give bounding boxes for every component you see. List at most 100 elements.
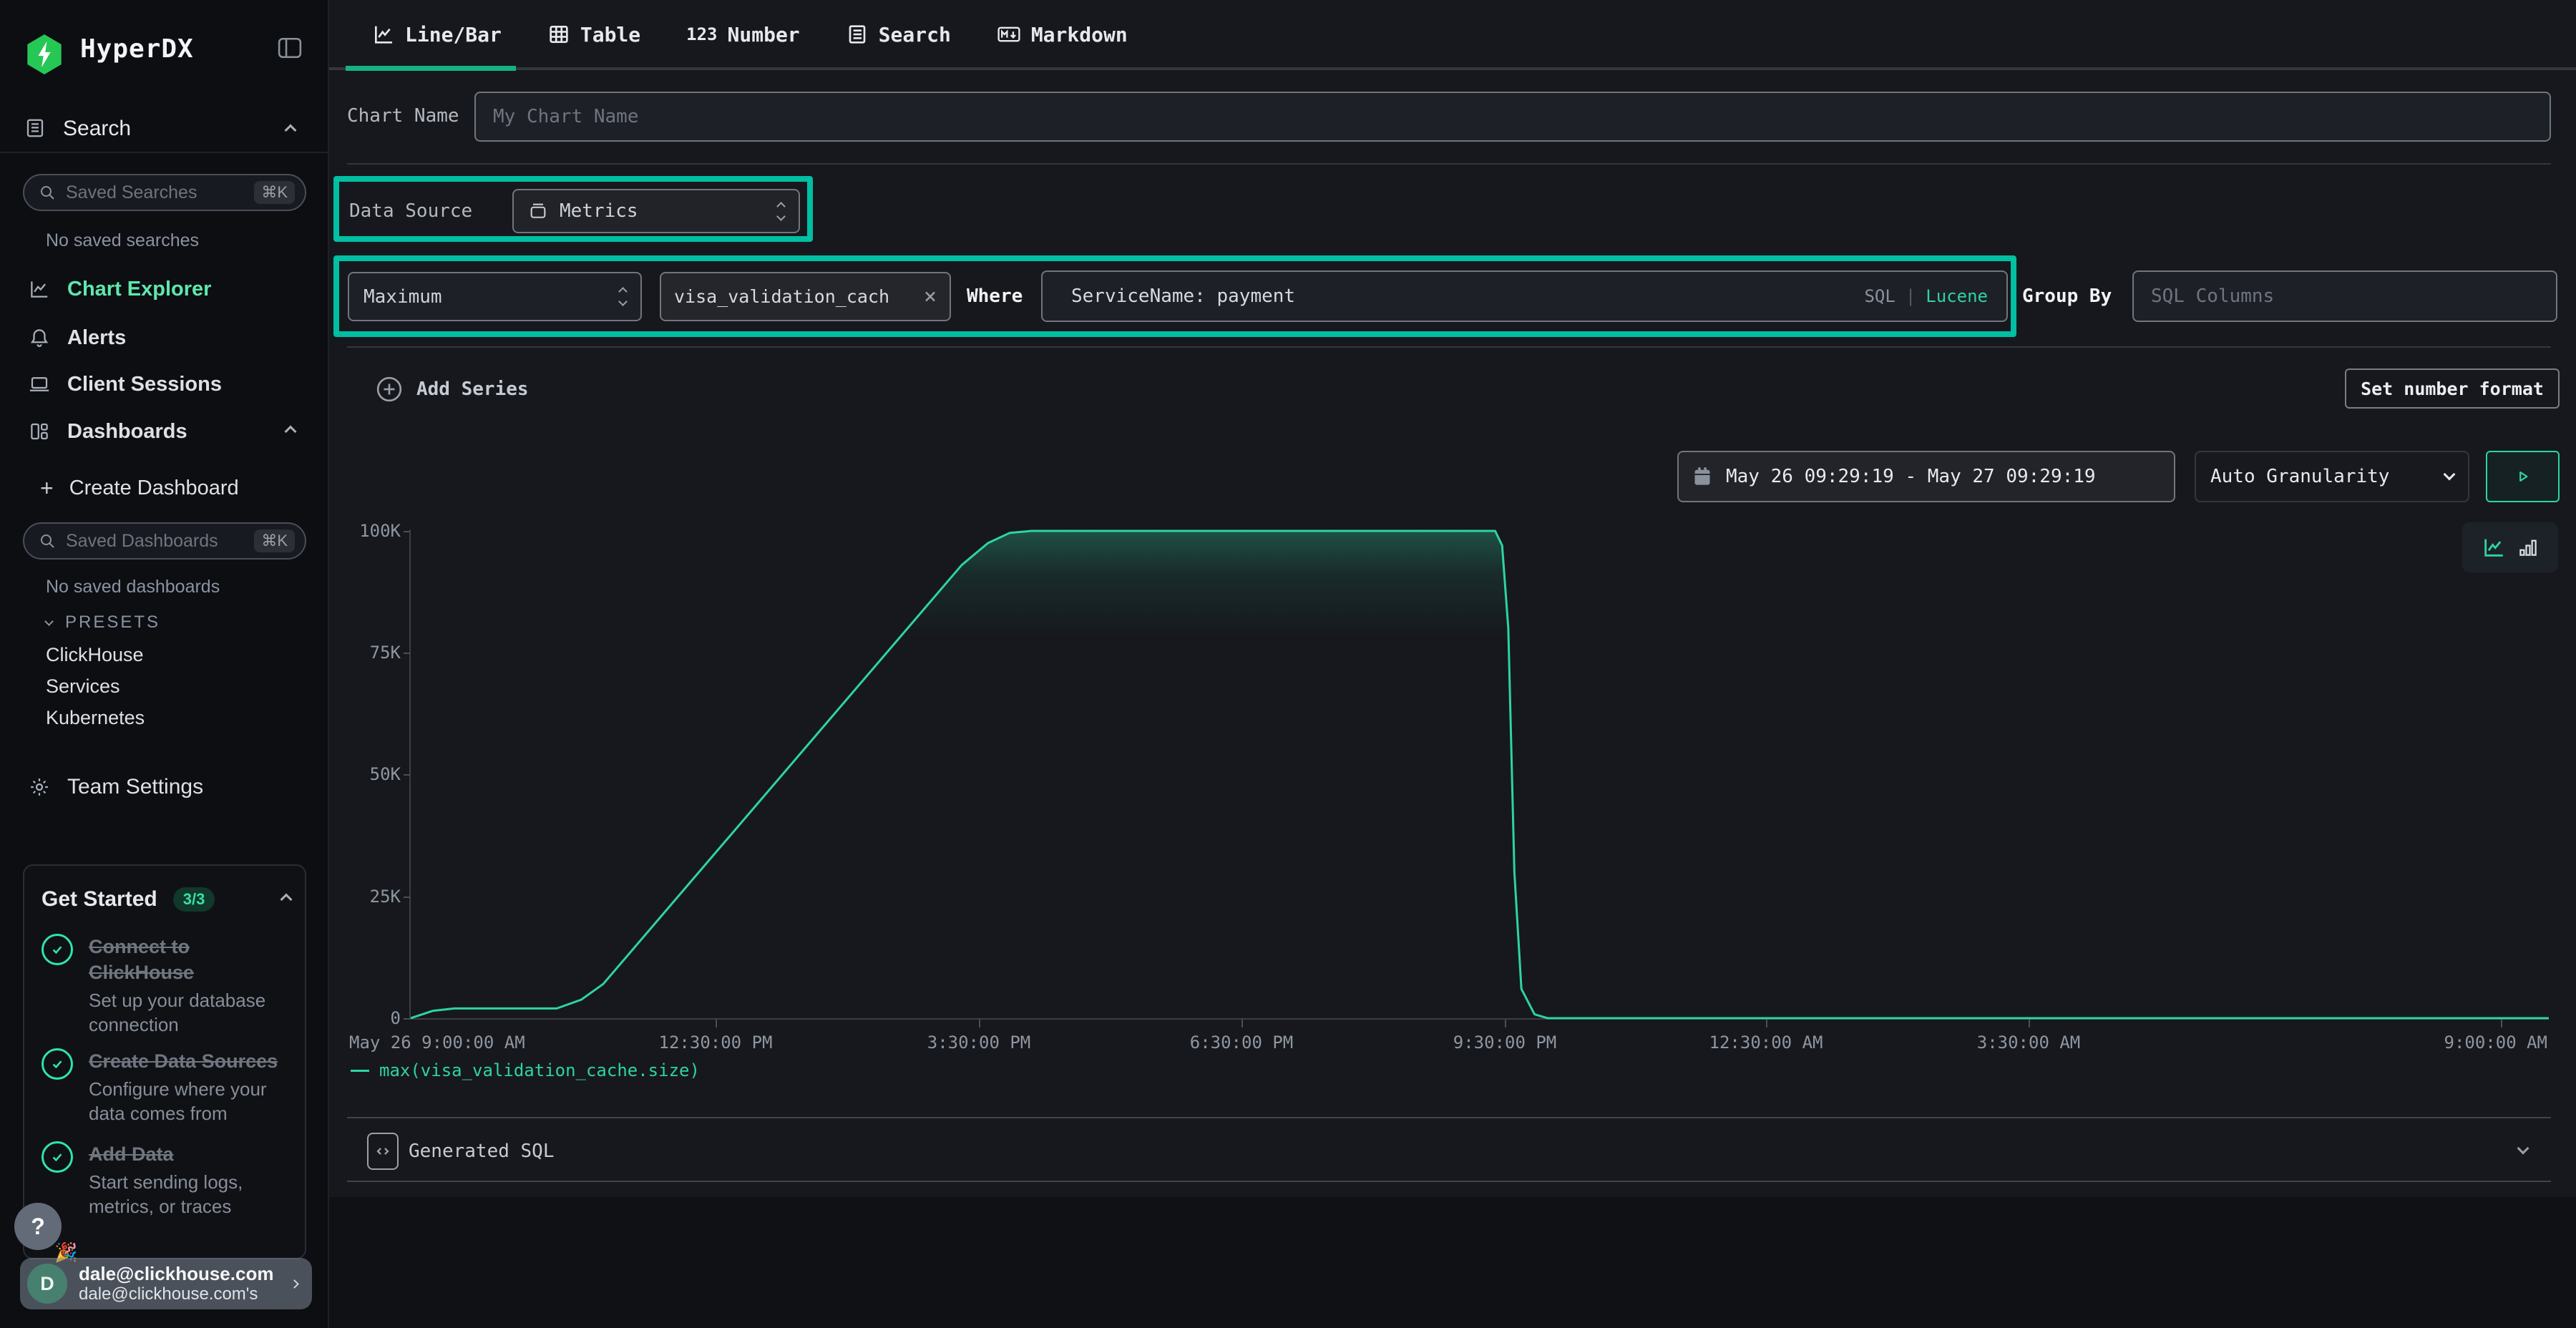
get-started-item[interactable]: Connect to ClickHouse Set up your databa…: [42, 934, 292, 1037]
x-tick-label: 6:30:00 PM: [1190, 1032, 1294, 1053]
y-tick-label: 0: [329, 1008, 401, 1028]
chart-plot-area[interactable]: [409, 529, 2547, 1020]
get-started-header[interactable]: Get Started 3/3: [42, 887, 291, 912]
y-tick-label: 75K: [329, 643, 401, 663]
tab-table[interactable]: Table: [547, 23, 640, 47]
calendar-icon: [1693, 467, 1712, 487]
section-divider: [347, 346, 2551, 348]
sql-mode-button[interactable]: SQL: [1864, 286, 1895, 306]
chevron-down-icon: [44, 617, 54, 626]
where-input[interactable]: [1043, 285, 1864, 307]
user-email: dale@clickhouse.com: [79, 1263, 291, 1284]
number-123-icon: 123: [686, 24, 717, 44]
date-range-picker[interactable]: May 26 09:29:19 - May 27 09:29:19: [1677, 451, 2175, 502]
sidebar-item-team-settings[interactable]: Team Settings: [0, 766, 329, 809]
tab-label: Markdown: [1031, 23, 1128, 47]
saved-dashboards-placeholder: Saved Dashboards: [66, 531, 254, 552]
team-settings-label: Team Settings: [67, 775, 203, 799]
create-dashboard-label: Create Dashboard: [69, 477, 239, 500]
sidebar-item-label: Dashboards: [67, 420, 187, 444]
set-number-format-button[interactable]: Set number format: [2345, 368, 2560, 409]
y-axis-tick: [404, 653, 410, 654]
shortcut-badge: ⌘K: [254, 529, 295, 552]
tab-label: Search: [879, 23, 951, 47]
user-menu[interactable]: D dale@clickhouse.com dale@clickhouse.co…: [20, 1258, 312, 1309]
markdown-icon: [997, 23, 1021, 46]
add-series-button[interactable]: Add Series: [375, 375, 529, 404]
get-started-item-title: Create Data Sources: [89, 1050, 278, 1072]
lucene-mode-button[interactable]: Lucene: [1926, 286, 1988, 306]
saved-dashboards-input[interactable]: Saved Dashboards ⌘K: [23, 522, 306, 560]
tab-label: Number: [728, 23, 800, 47]
check-circle-icon: [42, 1048, 73, 1080]
preset-clickhouse[interactable]: ClickHouse: [46, 644, 144, 666]
generated-sql-label: Generated SQL: [409, 1141, 555, 1162]
generated-sql-toggle[interactable]: Generated SQL: [329, 1123, 2576, 1179]
tab-label: Table: [580, 23, 640, 47]
sidebar-item-label: Alerts: [67, 326, 126, 350]
sidebar-item-dashboards[interactable]: Dashboards: [0, 410, 329, 453]
get-started-item-desc: Configure where your data comes from: [89, 1077, 292, 1126]
metric-tag-label: visa_validation_cach: [674, 286, 889, 307]
x-axis-tick: [1766, 1020, 1767, 1027]
metrics-source-icon: [528, 201, 548, 221]
help-button[interactable]: ?: [14, 1203, 62, 1250]
sidebar-item-alerts[interactable]: Alerts: [0, 316, 329, 359]
get-started-badge: 3/3: [173, 887, 215, 912]
saved-searches-input[interactable]: Saved Searches ⌘K: [23, 174, 306, 211]
y-axis-tick: [404, 1018, 410, 1020]
y-axis-tick: [404, 897, 410, 898]
y-axis-tick: [404, 531, 410, 532]
data-source-value: Metrics: [560, 200, 638, 222]
preset-kubernetes[interactable]: Kubernetes: [46, 707, 145, 729]
where-input-wrap: SQL | Lucene: [1041, 270, 2008, 322]
metric-tag[interactable]: visa_validation_cach ×: [660, 272, 951, 321]
create-dashboard-button[interactable]: + Create Dashboard: [0, 467, 329, 509]
remove-tag-icon[interactable]: ×: [924, 284, 937, 309]
get-started-item-title: Add Data: [89, 1143, 174, 1165]
legend-label: max(visa_validation_cache.size): [379, 1060, 700, 1080]
sidebar-section-search[interactable]: Search: [63, 117, 131, 141]
sidebar-item-chart-explorer[interactable]: Chart Explorer: [0, 268, 329, 311]
tab-search[interactable]: Search: [846, 23, 951, 47]
get-started-item[interactable]: Add Data Start sending logs, metrics, or…: [42, 1141, 292, 1219]
chart-name-label: Chart Name: [347, 105, 459, 127]
collapse-sidebar-icon[interactable]: [278, 37, 302, 59]
search-section-icon: [24, 117, 46, 139]
tab-markdown[interactable]: Markdown: [997, 23, 1128, 47]
x-tick-label: May 26 9:00:00 AM: [349, 1032, 525, 1053]
chevron-up-icon[interactable]: [285, 125, 297, 137]
where-label: Where: [967, 285, 1023, 307]
preset-services[interactable]: Services: [46, 675, 120, 698]
laptop-icon: [29, 374, 50, 395]
sidebar: HyperDX Search Saved Searches ⌘K No save…: [0, 0, 329, 1328]
aggregation-select[interactable]: Maximum: [348, 272, 642, 321]
get-started-item[interactable]: Create Data Sources Configure where your…: [42, 1048, 292, 1126]
run-query-button[interactable]: [2486, 451, 2560, 502]
chevron-down-icon: [2444, 469, 2456, 481]
search-icon: [39, 184, 56, 201]
line-chart-icon: [29, 278, 50, 300]
chevron-up-icon[interactable]: [285, 426, 297, 438]
group-by-input[interactable]: [2132, 270, 2557, 322]
select-chevrons-icon: [620, 288, 626, 305]
line-chart: [411, 529, 2549, 1020]
chart-name-input[interactable]: [474, 92, 2551, 142]
section-divider: [347, 1117, 2551, 1118]
y-tick-label: 50K: [329, 764, 401, 784]
x-tick-label: 9:30:00 PM: [1453, 1032, 1557, 1053]
x-axis-tick: [1505, 1020, 1506, 1027]
granularity-select[interactable]: Auto Granularity: [2195, 451, 2469, 502]
hyperdx-logo-icon: [26, 34, 63, 74]
presets-header[interactable]: PRESETS: [46, 612, 160, 633]
chevron-up-icon[interactable]: [280, 894, 293, 906]
sidebar-item-client-sessions[interactable]: Client Sessions: [0, 363, 329, 406]
group-by-label: Group By: [2022, 285, 2112, 307]
plus-circle-icon: [375, 375, 404, 404]
select-chevrons-icon: [778, 203, 784, 220]
data-source-select[interactable]: Metrics: [512, 189, 800, 233]
tab-label: Line/Bar: [405, 23, 502, 47]
tab-line-bar[interactable]: Line/Bar: [372, 23, 502, 47]
tab-number[interactable]: 123 Number: [686, 23, 800, 47]
chart-legend[interactable]: max(visa_validation_cache.size): [351, 1060, 700, 1080]
